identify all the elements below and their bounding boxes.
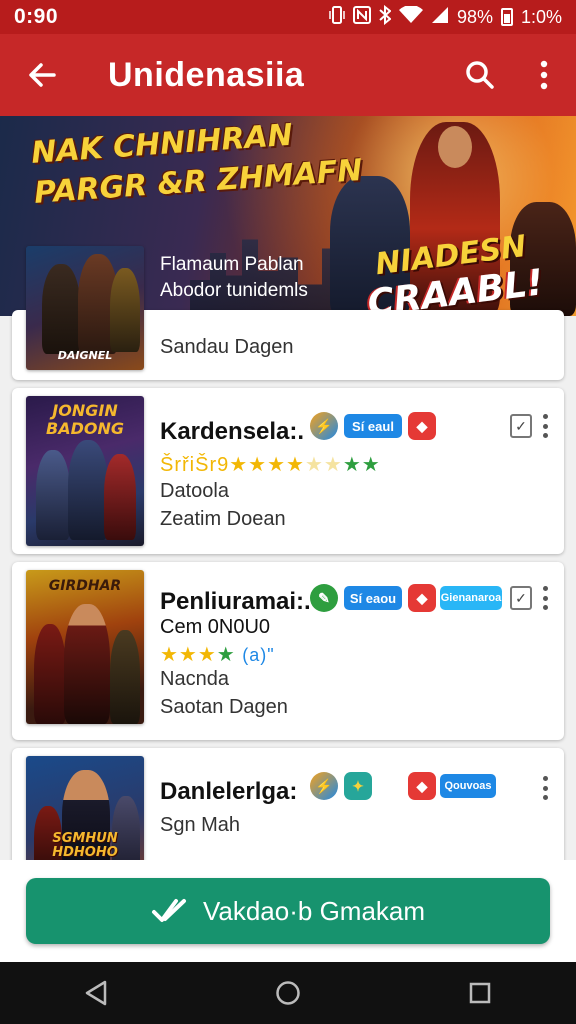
rating-stars: ★★★ [160,644,217,666]
system-nav-bar [0,962,576,1024]
game-menu-button[interactable] [538,774,552,802]
nav-back-icon [85,980,107,1006]
battery-percent: 98% [456,6,493,27]
vibrate-icon [329,5,345,30]
status-time: 0:90 [14,5,59,28]
back-arrow-icon [29,63,56,87]
more-options-button[interactable] [512,34,576,116]
cover-figure [42,264,80,354]
game-menu-button[interactable] [538,584,552,612]
rating-prefix: ŠrřiŠr9 [160,454,230,476]
cover-figure [34,624,66,724]
game-chip: Sí eaul [344,414,402,438]
game-subtitle-3: Cem 0N0U0 [160,616,271,638]
game-rating-stars: ŠrřiŠr9★★★★★★★★ [160,454,381,476]
rating-stars: ★★★★ [229,454,305,476]
cover-figure [110,630,140,724]
game-title-1: Flamaum Pablan [160,254,304,275]
game-cover-2: JONGIN BADONG [26,396,144,546]
cover-caption: GIRDHAR [48,578,122,594]
select-checkbox[interactable]: ✓ [510,586,532,610]
screen: 0:90 98% 1:0% Unidenasiia NAK CHNIHRAN P… [0,0,576,1024]
game-meta-3: Saotan Dagen [160,696,288,718]
nav-back-button[interactable] [66,963,126,1023]
game-chip-icon: ◆ [408,412,436,440]
search-icon [466,61,494,89]
app-bar-actions [448,34,576,116]
game-card-3[interactable]: GIRDHAR Penliuramai:. ✎ Sí eaou ◆ Gienan… [12,562,564,740]
cover-caption: DAIGNEL [57,349,113,362]
cover-figure [110,268,140,352]
game-genre-3: Nacnda [160,668,229,690]
app-bar: Unidenasiia [0,34,576,116]
bottom-action-panel: Vakdao·b Gmakam [0,860,576,962]
cover-figure [104,454,136,540]
back-button[interactable] [0,34,84,116]
game-cover-3: GIRDHAR [26,570,144,724]
game-card-2[interactable]: JONGIN BADONG Kardensela:. ⚡ Sí eaul ◆ ✓ … [12,388,564,554]
game-chip: Gienanaroa [440,586,502,610]
game-subtitle-4: Sgn Mah [160,814,241,836]
status-bar: 0:90 98% 1:0% [0,0,576,34]
nav-home-button[interactable] [258,963,318,1023]
game-chip: Sí eaou [344,586,402,610]
cover-caption: SGMHUN HDHOHO [52,831,118,860]
nav-recents-button[interactable] [450,963,510,1023]
game-cover-1: DAIGNEL [26,246,144,370]
nfc-icon [352,5,371,29]
banner-hero-face [438,126,472,168]
nav-home-icon [276,981,300,1005]
game-app-icon: ⚡ [310,412,338,440]
app-title: Unidenasiia [108,55,305,94]
game-chip-icon: ◆ [408,584,436,612]
battery-icon [500,8,513,26]
game-title-2: Kardensela:. [160,418,305,445]
wifi-icon [398,4,423,29]
game-chip: Qouvoas [440,774,496,798]
rating-stars-green: ★★ [342,454,381,476]
select-checkbox[interactable]: ✓ [510,414,532,438]
primary-action-button[interactable]: Vakdao·b Gmakam [26,878,550,944]
status-icons: 98% 1:0% [329,4,562,30]
check-icon [151,897,191,925]
game-genre-2: Datoola [160,480,229,502]
game-subtitle-1: Abodor tunidemls [160,280,308,301]
more-vert-icon [540,60,548,90]
rating-value: (a)" [242,645,275,665]
signal-icon [431,6,449,29]
rating-stars-green: ★ [216,644,236,666]
cover-figure [68,440,108,540]
game-app-icon: ⚡ [310,772,338,800]
game-app-icon: ✎ [310,584,338,612]
cover-figure [64,604,110,724]
game-chip-icon: ◆ [408,772,436,800]
game-app-icon: ✦ [344,772,372,800]
game-menu-button[interactable] [538,412,552,440]
game-meta-2: Zeatim Doean [160,508,286,530]
game-title-3: Penliuramai:. [160,588,311,615]
cover-caption: JONGIN BADONG [46,401,124,438]
game-title-4: Danlelerlga: [160,778,298,805]
nav-recents-icon [469,982,491,1004]
search-button[interactable] [448,34,512,116]
cover-figure [36,450,70,540]
bluetooth-icon [379,4,392,30]
game-rating-stars: ★★★★ (a)" [160,642,275,667]
status-extra: 1:0% [520,6,562,27]
game-meta-1: Sandau Dagen [160,336,294,358]
primary-action-label: Vakdao·b Gmakam [202,895,426,926]
